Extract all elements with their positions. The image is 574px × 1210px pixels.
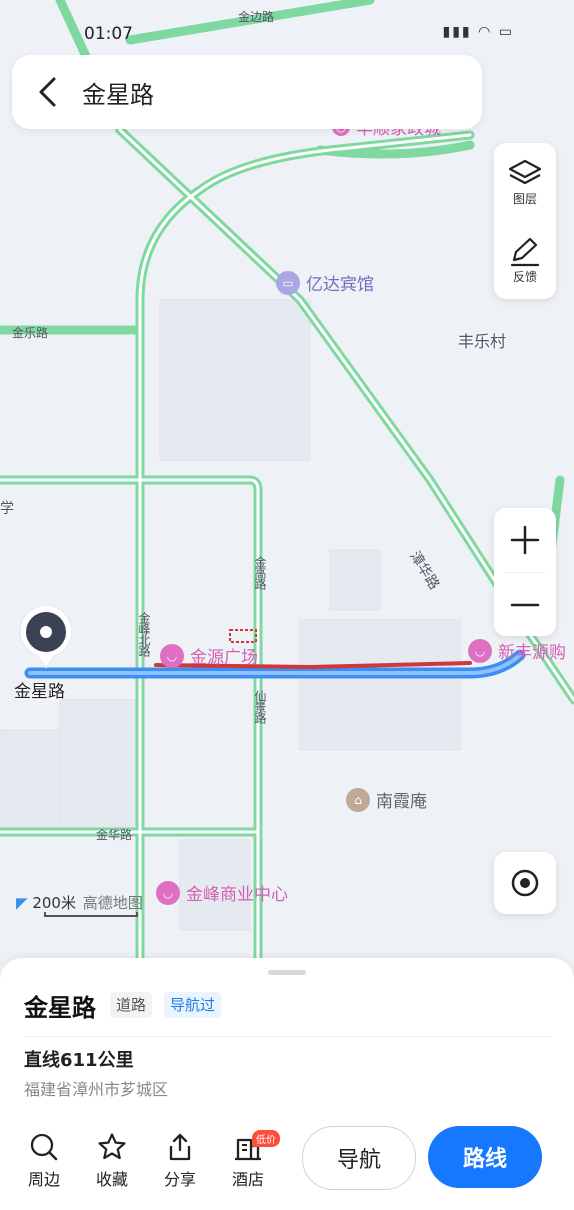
edit-icon: [510, 237, 540, 266]
back-button[interactable]: [12, 55, 82, 129]
zoom-controls: [494, 508, 556, 636]
nearby-button[interactable]: 周边: [16, 1132, 72, 1190]
poi-label: 南霞庵: [376, 792, 427, 812]
poi-label: 亿达宾馆: [306, 275, 374, 295]
hotel-button[interactable]: 酒店 低价: [220, 1130, 280, 1190]
search-icon: [30, 1133, 58, 1161]
route-button[interactable]: 路线: [428, 1126, 542, 1188]
minus-icon: [510, 603, 540, 607]
status-time: 01:07: [84, 24, 133, 44]
wifi-icon: ◠: [478, 24, 493, 40]
poi-label: 金源广场: [190, 648, 258, 668]
star-icon: [98, 1133, 126, 1160]
scale-bar: [44, 912, 138, 917]
drag-handle[interactable]: [268, 970, 306, 975]
share-button[interactable]: 分享: [152, 1132, 208, 1190]
temple-icon: ⌂: [346, 787, 370, 812]
share-label: 分享: [163, 1170, 196, 1189]
type-tag: 道路: [110, 992, 153, 1018]
map-pin-icon: [19, 604, 73, 669]
area-label-fengle: 丰乐村: [458, 332, 507, 351]
map-view[interactable]: 金边路 金乐路 金峰北路 金高路 仙景路 漳华路 金华路 丰乐村 学 ◡ 丰顺家…: [0, 0, 574, 970]
place-name: 金星路: [24, 994, 96, 1022]
provider-label: 高德地图: [82, 894, 143, 912]
layers-label: 图层: [512, 191, 537, 206]
road-label-jingao: 金高路: [253, 556, 267, 589]
feedback-button[interactable]: 反馈: [494, 221, 556, 299]
navigated-tag: 导航过: [164, 992, 222, 1018]
plus-icon: [510, 525, 540, 555]
zoom-out-button[interactable]: [494, 573, 556, 637]
poi-jinyuan[interactable]: ◡ 金源广场: [160, 643, 258, 668]
locate-icon: [511, 869, 539, 897]
poi-jinfeng[interactable]: ◡ 金峰商业中心: [156, 880, 288, 905]
feedback-label: 反馈: [512, 269, 537, 284]
poi-label: 新丰源购: [498, 643, 566, 663]
poi-xinfengyuan[interactable]: ◡ 新丰源购: [468, 638, 566, 663]
favorite-label: 收藏: [95, 1170, 128, 1189]
share-icon: [169, 1133, 191, 1161]
location-marker[interactable]: [18, 604, 74, 670]
favorite-button[interactable]: 收藏: [84, 1132, 140, 1190]
map-canvas: [0, 0, 574, 970]
nearby-label: 周边: [27, 1170, 60, 1189]
marker-label: 金星路: [14, 682, 65, 702]
action-bar: 周边 收藏 分享 酒店 低价 导航 路线: [0, 1126, 574, 1210]
chevron-left-icon: [39, 77, 56, 107]
battery-icon: ▭: [498, 24, 514, 40]
map-scale: ◤ 200米 高德地图: [16, 892, 143, 917]
road-label-jinfengbei: 金峰北路: [137, 612, 151, 656]
distance-text: 直线611公里: [24, 1050, 134, 1071]
layers-icon: [508, 159, 542, 184]
poi-nanxia[interactable]: ⌂ 南霞庵: [346, 787, 427, 812]
compass-icon: ◤: [16, 894, 28, 912]
road-label-jinhua: 金华路: [96, 828, 133, 842]
search-title: 金星路: [82, 80, 154, 109]
status-bar: 01:07 ▮▮▮ ◠ ▭: [0, 18, 574, 50]
zoom-in-button[interactable]: [494, 508, 556, 572]
signal-icon: ▮▮▮: [442, 24, 472, 40]
poi-yida[interactable]: ▭ 亿达宾馆: [276, 270, 374, 295]
scale-label: 200米: [32, 894, 76, 912]
locate-button[interactable]: [494, 852, 556, 914]
poi-label: 金峰商业中心: [186, 885, 288, 905]
search-bar[interactable]: 金星路: [12, 55, 482, 129]
layers-button[interactable]: 图层: [494, 143, 556, 221]
sheet-divider: [24, 1036, 550, 1037]
road-label-xianjing: 仙景路: [253, 690, 267, 723]
shop-icon: ◡: [156, 880, 180, 905]
shop-icon: ◡: [160, 643, 184, 668]
navigate-button[interactable]: 导航: [302, 1126, 416, 1190]
hotel-label: 酒店: [231, 1170, 264, 1189]
road-label-jinle: 金乐路: [12, 326, 49, 340]
map-tools-card: 图层 反馈: [494, 143, 556, 299]
hotel-badge: 低价: [252, 1130, 280, 1147]
hotel-icon: ▭: [276, 270, 300, 295]
area-label-left-edge: 学: [0, 501, 14, 517]
shop-icon: ◡: [468, 638, 492, 663]
place-detail-sheet[interactable]: 金星路 道路 导航过 直线611公里 福建省漳州市芗城区 周边 收藏 分享 酒店…: [0, 958, 574, 1210]
status-icons: ▮▮▮ ◠ ▭: [443, 24, 514, 40]
address-text: 福建省漳州市芗城区: [24, 1080, 169, 1099]
